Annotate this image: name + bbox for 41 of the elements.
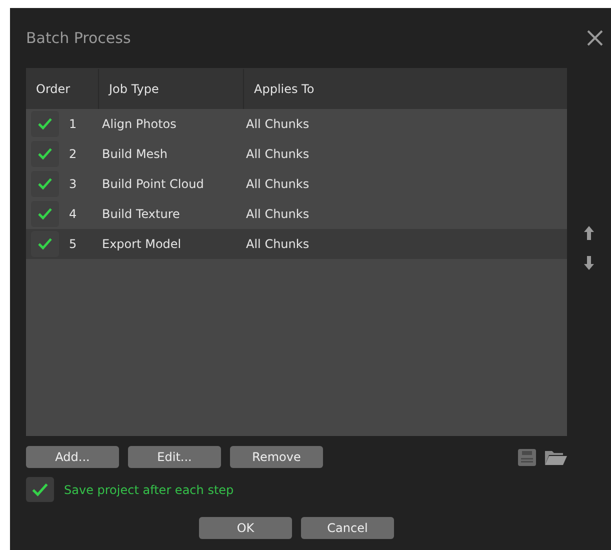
- check-icon: [38, 148, 52, 160]
- check-icon: [38, 118, 52, 130]
- table-cell: All Chunks: [246, 207, 310, 221]
- table-cell: All Chunks: [246, 177, 310, 191]
- table-cell-text: 4: [68, 207, 78, 221]
- checkbox[interactable]: [31, 171, 59, 197]
- table-cell-text: Export Model: [102, 237, 182, 251]
- table-cell: All Chunks: [246, 117, 310, 131]
- check-icon: [32, 482, 48, 496]
- dialog-button[interactable]: Cancel: [301, 517, 394, 539]
- table-cell-text: 2: [68, 147, 78, 161]
- list-button[interactable]: Remove: [230, 446, 323, 468]
- table-cell: All Chunks: [246, 237, 310, 251]
- up-arrow-icon[interactable]: [584, 226, 594, 240]
- checkbox[interactable]: [31, 141, 59, 167]
- folder-icon[interactable]: [545, 449, 567, 465]
- save-icon[interactable]: [518, 448, 536, 466]
- checkbox[interactable]: [26, 477, 54, 502]
- table-cell-text: Align Photos: [102, 117, 178, 131]
- close-icon[interactable]: [587, 30, 603, 46]
- list-button[interactable]: Add...: [26, 446, 119, 468]
- checkbox[interactable]: [31, 201, 59, 227]
- table-cell-text: Build Point Cloud: [102, 177, 205, 191]
- table-cell-text: 5: [68, 237, 78, 251]
- window-title: Batch Process: [26, 29, 131, 47]
- down-arrow-icon[interactable]: [584, 256, 594, 270]
- check-icon: [38, 208, 52, 220]
- table-cell: All Chunks: [246, 147, 310, 161]
- checkbox[interactable]: [31, 231, 59, 257]
- checkbox[interactable]: [31, 111, 59, 137]
- table-cell-text: 3: [68, 177, 78, 191]
- job-row[interactable]: 5 Export Model All Chunks: [26, 229, 567, 259]
- table-cell-text: Build Mesh: [102, 147, 169, 161]
- list-button[interactable]: Edit...: [128, 446, 221, 468]
- option-label: Save project after each step: [64, 482, 234, 496]
- column-header[interactable]: Applies To: [244, 69, 567, 109]
- check-icon: [38, 178, 52, 190]
- table-cell-text: Build Texture: [102, 207, 181, 221]
- check-icon: [38, 238, 52, 250]
- table-cell-text: 1: [68, 117, 78, 131]
- dialog-button[interactable]: OK: [199, 517, 292, 539]
